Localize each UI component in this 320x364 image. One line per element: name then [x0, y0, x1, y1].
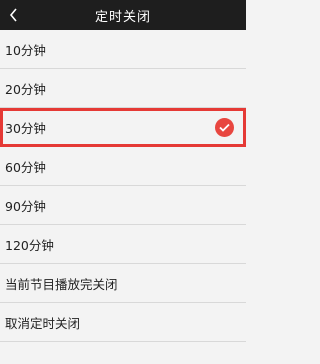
back-button[interactable] [0, 0, 28, 30]
timer-option-cancel[interactable]: 取消定时关闭 [0, 303, 246, 342]
timer-option-10-min[interactable]: 10分钟 [0, 30, 246, 69]
option-label: 60分钟 [5, 159, 46, 175]
check-icon [215, 117, 234, 137]
option-label: 取消定时关闭 [5, 315, 81, 331]
option-label: 当前节目播放完关闭 [5, 276, 118, 292]
option-label: 10分钟 [5, 42, 46, 58]
timer-option-20-min[interactable]: 20分钟 [0, 69, 246, 108]
timer-option-end-of-episode[interactable]: 当前节目播放完关闭 [0, 264, 246, 303]
timer-option-120-min[interactable]: 120分钟 [0, 225, 246, 264]
page-title: 定时关闭 [94, 9, 151, 25]
timer-option-60-min[interactable]: 60分钟 [0, 147, 246, 186]
option-label: 20分钟 [5, 81, 46, 97]
timer-option-90-min[interactable]: 90分钟 [0, 186, 246, 225]
timer-option-30-min[interactable]: 30分钟 [0, 108, 246, 147]
option-label: 30分钟 [5, 120, 46, 136]
timer-option-list: 10分钟 20分钟 30分钟 60分钟 90分钟 120分钟 当前节目播放完关闭… [0, 30, 246, 342]
option-label: 120分钟 [5, 237, 54, 253]
option-label: 90分钟 [5, 198, 46, 214]
chevron-left-icon [9, 8, 17, 22]
title-bar: 定时关闭 [0, 0, 246, 30]
